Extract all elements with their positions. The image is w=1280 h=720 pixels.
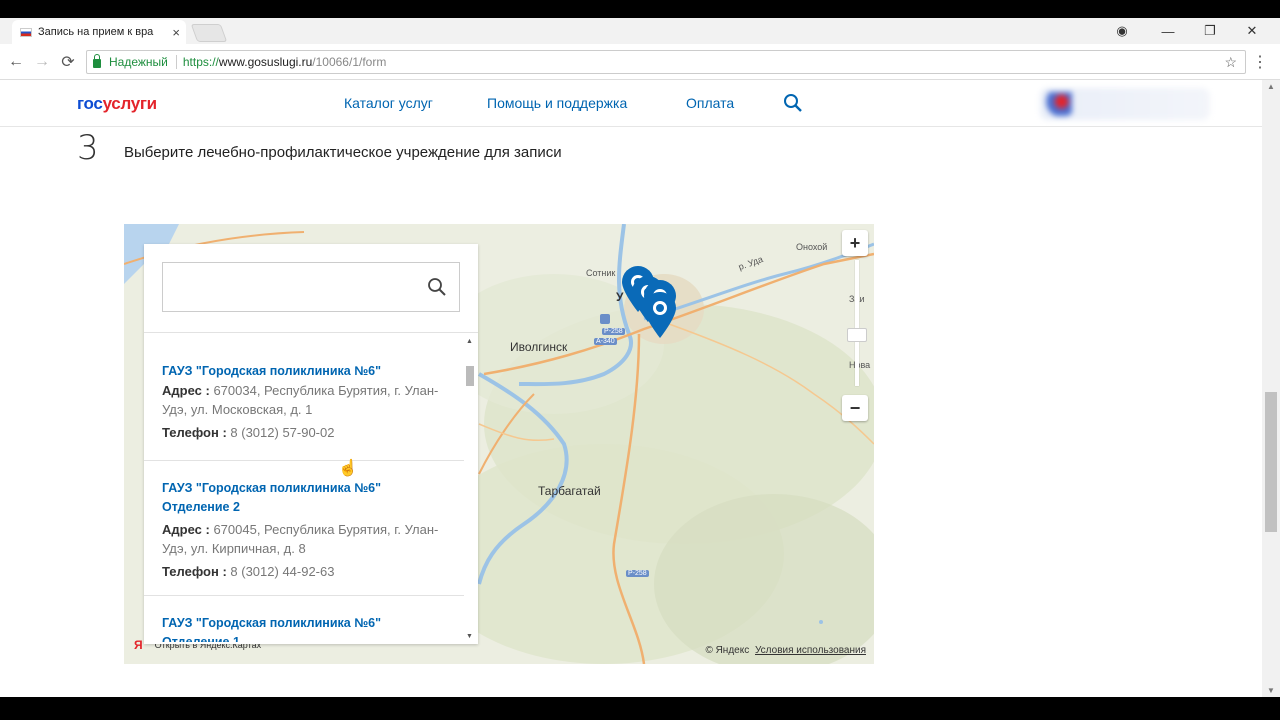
yandex-map[interactable]: Иволгинск Тарбагатай Онохой Сотник У Заи… (124, 224, 874, 664)
zoom-out-button[interactable]: − (842, 395, 868, 421)
browser-tab[interactable]: Запись на прием к вра × (12, 20, 186, 44)
phone-label: Телефон : (162, 425, 227, 440)
forward-icon[interactable]: → (32, 52, 52, 72)
clinic-name[interactable]: ГАУЗ "Городская поликлиника №6" Отделени… (162, 614, 412, 642)
phone-value: 8 (3012) 57-90-02 (230, 425, 335, 440)
url-scheme: https:// (182, 55, 219, 69)
account-icon[interactable]: ◉ (1102, 18, 1142, 44)
clinic-phone: Телефон : 8 (3012) 44-92-63 (162, 562, 446, 581)
airport-icon (600, 314, 610, 324)
step-number: 3 (77, 128, 99, 168)
clinic-address: Адрес : 670045, Республика Бурятия, г. У… (162, 520, 446, 558)
browser-menu-icon[interactable]: ⋮ (1252, 52, 1268, 72)
lock-icon (93, 53, 101, 68)
phone-value: 8 (3012) 44-92-63 (230, 564, 335, 579)
zoom-in-button[interactable]: + (842, 230, 868, 256)
road-badge: А-340 (594, 338, 617, 345)
clinic-list: ГАУЗ "Городская поликлиника №6" Адрес : … (144, 340, 464, 642)
nav-payment-link[interactable]: Оплата (686, 95, 734, 111)
page: госуслуги Каталог услуг Помощь и поддерж… (0, 80, 1262, 697)
new-tab-button[interactable] (190, 24, 228, 42)
map-pins-cluster[interactable] (616, 262, 686, 352)
url-host: www.gosuslugi.ru (218, 55, 313, 69)
browser-toolbar: ← → ⟳ Надежный https://www.gosuslugi.ru /… (0, 44, 1280, 80)
list-scroll-thumb[interactable] (466, 366, 474, 386)
map-label-nova: Нова (849, 360, 871, 370)
scroll-up-icon[interactable]: ▲ (1267, 82, 1275, 91)
clinic-search-input[interactable] (162, 262, 460, 312)
map-label-ivolginsk: Иволгинск (510, 340, 568, 354)
list-item[interactable]: ГАУЗ "Городская поликлиника №6" Отделени… (144, 596, 464, 642)
screen: Запись на прием к вра × ◉ — ❐ ✕ ← → ⟳ На… (0, 0, 1280, 720)
road-badge: Р-258 (626, 570, 649, 577)
terms-link[interactable]: Условия использования (755, 645, 866, 656)
map-label-tarbagatai: Тарбагатай (538, 484, 601, 498)
russia-flag-icon (20, 27, 32, 37)
map-label-onokhoi: Онохой (796, 242, 828, 252)
page-scroll-thumb[interactable] (1265, 392, 1277, 532)
tab-title: Запись на прием к вра (38, 26, 154, 38)
close-tab-icon[interactable]: × (172, 25, 180, 40)
address-bar[interactable]: Надежный https://www.gosuslugi.ru/10066/… (86, 50, 1246, 74)
clinic-address: Адрес : 670034, Республика Бурятия, г. У… (162, 381, 446, 419)
bookmark-star-icon[interactable]: ☆ (1224, 54, 1237, 71)
logo-gos: гос (77, 94, 103, 113)
step-title: Выберите лечебно-профилактическое учрежд… (124, 144, 562, 161)
nav-help-link[interactable]: Помощь и поддержка (487, 95, 627, 111)
copyright-text: © Яндекс (705, 645, 750, 656)
scroll-down-icon[interactable]: ▼ (1267, 686, 1275, 695)
phone-label: Телефон : (162, 564, 227, 579)
minimize-button[interactable]: — (1148, 18, 1188, 44)
clinic-name[interactable]: ГАУЗ "Городская поликлиника №6" (162, 362, 446, 381)
scroll-up-icon[interactable]: ▲ (466, 338, 473, 345)
map-pin[interactable] (644, 292, 676, 338)
hand-cursor-icon: ☝ (338, 460, 358, 477)
address-label: Адрес : (162, 522, 210, 537)
zoom-slider-track[interactable] (855, 260, 859, 386)
address-label: Адрес : (162, 383, 210, 398)
reload-icon[interactable]: ⟳ (58, 52, 78, 72)
clinic-phone: Телефон : 8 (3012) 57-90-02 (162, 423, 446, 442)
gosuslugi-logo[interactable]: госуслуги (77, 94, 157, 114)
url-path: /10066/1/form (312, 55, 387, 69)
list-scrollbar[interactable]: ▲ ▼ (464, 338, 476, 642)
list-item[interactable]: ГАУЗ "Городская поликлиника №6" Отделени… (144, 461, 464, 596)
nav-catalog-link[interactable]: Каталог услуг (344, 95, 433, 111)
clinic-list-panel: ГАУЗ "Городская поликлиника №6" Адрес : … (144, 244, 478, 644)
scroll-down-icon[interactable]: ▼ (466, 633, 473, 640)
zoom-slider-handle[interactable] (847, 328, 867, 342)
clinic-name[interactable]: ГАУЗ "Городская поликлиника №6" Отделени… (162, 479, 412, 517)
map-copyright: © Яндекс Условия использования (705, 645, 866, 656)
search-icon[interactable] (783, 93, 803, 118)
back-icon[interactable]: ← (6, 52, 26, 72)
yandex-icon: Я (134, 638, 143, 652)
divider (175, 55, 177, 69)
user-profile-blurred[interactable] (1040, 88, 1210, 120)
secure-label: Надежный (109, 55, 168, 69)
letterbox-bottom (0, 697, 1280, 720)
restore-button[interactable]: ❐ (1190, 18, 1230, 44)
page-scrollbar[interactable]: ▲ ▼ (1262, 80, 1280, 697)
site-header: госуслуги Каталог услуг Помощь и поддерж… (0, 80, 1262, 127)
list-item[interactable]: ГАУЗ "Городская поликлиника №6" Адрес : … (144, 340, 464, 461)
tab-strip: Запись на прием к вра × (0, 18, 1280, 44)
divider (144, 332, 478, 333)
search-icon[interactable] (427, 277, 447, 297)
map-label-sotnikovo: Сотник (586, 268, 616, 278)
logo-uslugi: услуги (102, 94, 158, 113)
close-window-button[interactable]: ✕ (1232, 18, 1272, 44)
